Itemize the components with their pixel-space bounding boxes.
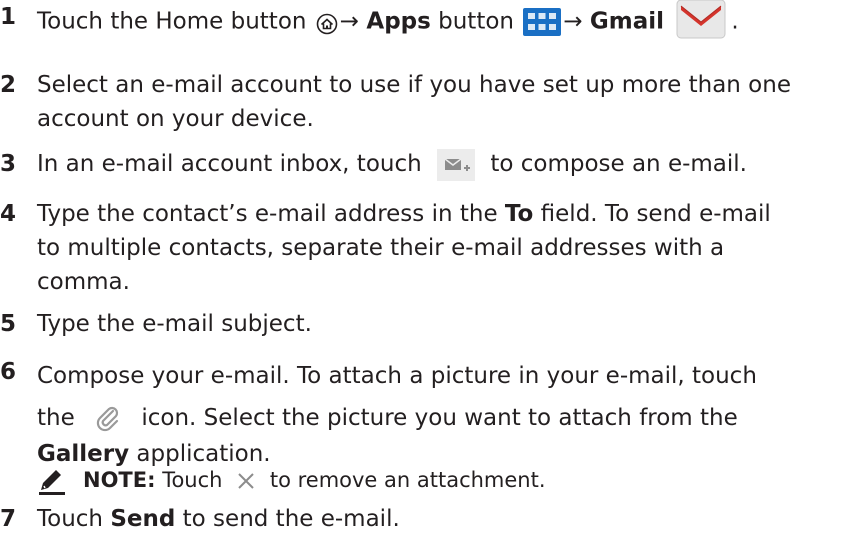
apps-icon — [523, 8, 562, 36]
pen-icon — [37, 466, 69, 496]
step-number: 3 — [0, 151, 17, 177]
step-number: 6 — [0, 359, 17, 385]
step-number: 1 — [0, 4, 17, 30]
step-number: 7 — [0, 506, 17, 532]
send-label: Send — [110, 506, 176, 532]
gmail-icon — [675, 0, 727, 40]
apps-label: Apps — [366, 8, 431, 35]
compose-icon — [437, 148, 476, 181]
step-number: 5 — [0, 311, 17, 337]
step-text: Compose your e-mail. To attach a picture… — [37, 363, 757, 467]
step-number: 2 — [0, 72, 17, 98]
gmail-label: Gmail — [589, 8, 665, 35]
step-number: 4 — [0, 201, 17, 227]
paperclip-icon — [92, 403, 124, 435]
step-text: In an e-mail account inbox, touch to com… — [37, 147, 842, 181]
step-text: Type the e-mail subject. — [37, 311, 312, 337]
gallery-label: Gallery — [37, 441, 130, 467]
step-text: Touch Send to send the e-mail. — [37, 506, 400, 532]
to-field-label: To — [504, 201, 534, 227]
step-text: Touch the Home button → Apps button → Gm… — [37, 0, 842, 44]
close-icon — [235, 470, 257, 492]
step-text: Type the contact’s e-mail address in the… — [37, 201, 771, 295]
note: NOTE: Touch to remove an attachment. — [37, 465, 546, 496]
home-icon — [316, 11, 338, 35]
note-label: NOTE: — [83, 468, 156, 492]
step-text: Select an e-mail account to use if you h… — [37, 72, 791, 132]
